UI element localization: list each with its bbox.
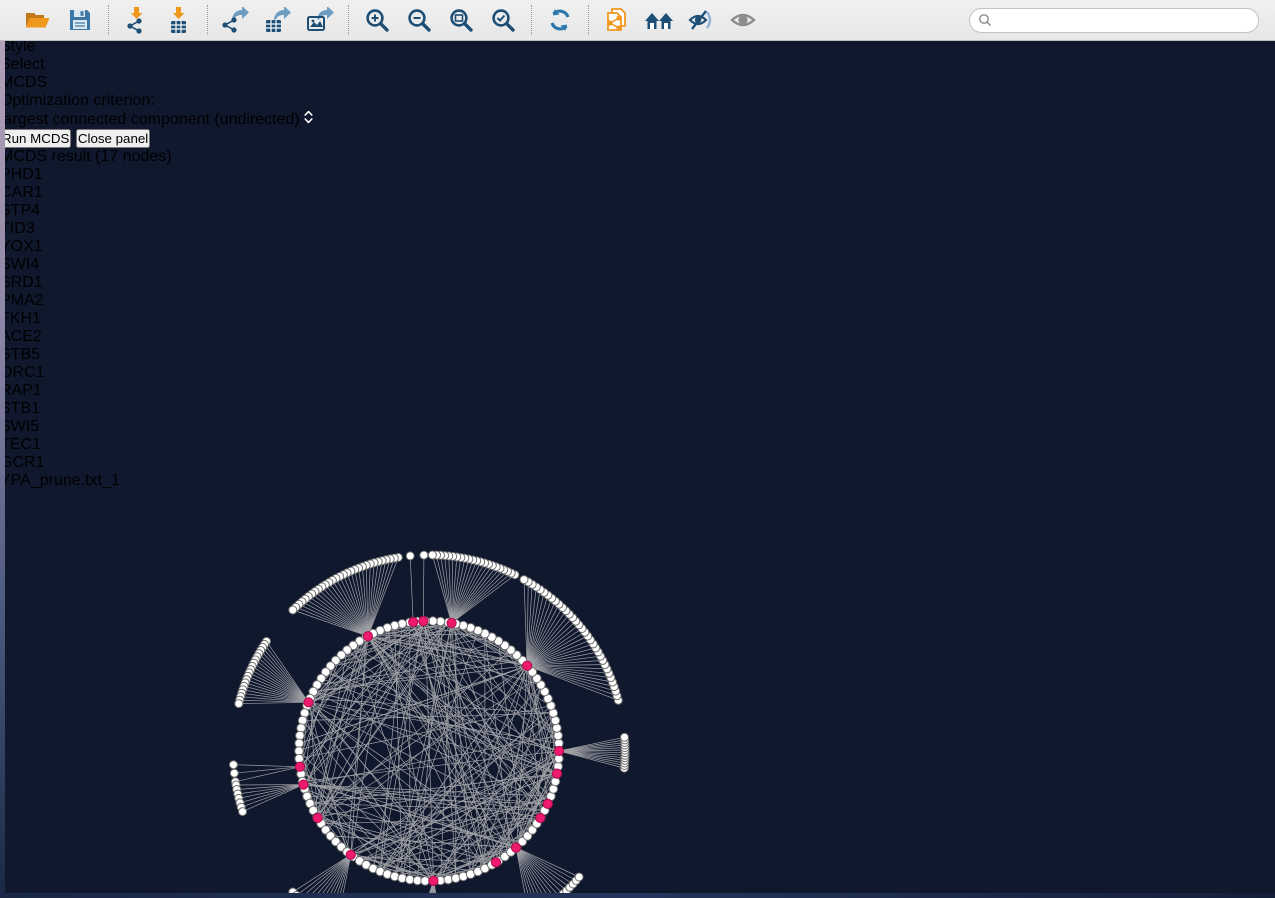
mcds-result-item[interactable]: GCR1 bbox=[0, 454, 1275, 472]
show-all-icon bbox=[729, 9, 757, 31]
import-network-icon bbox=[124, 7, 150, 34]
open-file-button[interactable] bbox=[22, 5, 54, 35]
tab-mcds[interactable]: MCDS bbox=[0, 74, 1275, 92]
save-session-icon bbox=[68, 7, 92, 33]
mcds-result-title: MCDS result (17 nodes) bbox=[0, 148, 172, 165]
export-network-icon bbox=[222, 7, 250, 34]
zoom-in-button[interactable] bbox=[361, 5, 393, 35]
mcds-result-item[interactable]: CAR1 bbox=[0, 184, 1275, 202]
mcds-result-item[interactable]: TEC1 bbox=[0, 436, 1275, 454]
select-stepper-icon bbox=[304, 111, 313, 128]
mcds-result-item[interactable]: ORC1 bbox=[0, 364, 1275, 382]
zoom-selected-icon bbox=[490, 7, 516, 33]
mcds-result-item[interactable]: ACE2 bbox=[0, 328, 1275, 346]
import-table-icon bbox=[166, 7, 192, 34]
tab-select[interactable]: Select bbox=[0, 56, 1275, 74]
mcds-tab-content: Optimization criterion: largest connecte… bbox=[0, 92, 1275, 148]
export-image-icon bbox=[306, 7, 334, 34]
optimization-criterion-label: Optimization criterion: bbox=[0, 92, 1275, 110]
control-panel: Control Panel ✖ NetworkStyleSelectMCDS O… bbox=[0, 0, 1275, 472]
zoom-fit-button[interactable] bbox=[445, 5, 477, 35]
export-network-button[interactable] bbox=[220, 5, 252, 35]
mcds-result-item[interactable]: STB1 bbox=[0, 400, 1275, 418]
mcds-result-item[interactable]: PHD1 bbox=[0, 166, 1275, 184]
zoom-fit-icon bbox=[448, 7, 474, 33]
mcds-result-item[interactable]: SWI4 bbox=[0, 256, 1275, 274]
mcds-result-item[interactable]: STP4 bbox=[0, 202, 1275, 220]
mcds-result-list[interactable]: PHD1CAR1STP4TID3YOX1SWI4SRD1PMA2FKH1ACE2… bbox=[0, 166, 1275, 472]
mcds-result-item[interactable]: FKH1 bbox=[0, 310, 1275, 328]
export-table-button[interactable] bbox=[262, 5, 294, 35]
mcds-result-item[interactable]: SWI5 bbox=[0, 418, 1275, 436]
main-toolbar bbox=[0, 0, 1275, 41]
import-table-button[interactable] bbox=[163, 5, 195, 35]
network-window-titlebar[interactable]: YPA_prune.txt_1 bbox=[0, 472, 1275, 490]
search-input[interactable] bbox=[997, 13, 1250, 27]
zoom-selected-button[interactable] bbox=[487, 5, 519, 35]
desktop-wallpaper-left bbox=[0, 41, 5, 893]
desktop-wallpaper-bottom bbox=[0, 893, 1275, 898]
search-icon bbox=[978, 13, 992, 27]
zoom-out-button[interactable] bbox=[403, 5, 435, 35]
run-mcds-button[interactable]: Run MCDS bbox=[0, 129, 71, 148]
criterion-selected-value: largest connected component (undirected) bbox=[0, 111, 300, 128]
hide-selected-icon bbox=[687, 8, 715, 32]
zoom-in-icon bbox=[364, 7, 390, 33]
import-network-button[interactable] bbox=[121, 5, 153, 35]
show-all-button[interactable] bbox=[727, 5, 759, 35]
first-neighbors-icon bbox=[644, 8, 674, 32]
mcds-result-item[interactable]: PMA2 bbox=[0, 292, 1275, 310]
first-neighbors-button[interactable] bbox=[643, 5, 675, 35]
search-box[interactable] bbox=[969, 8, 1259, 33]
mcds-result-item[interactable]: TID3 bbox=[0, 220, 1275, 238]
zoom-out-icon bbox=[406, 7, 432, 33]
export-table-icon bbox=[264, 7, 292, 34]
hide-selected-button[interactable] bbox=[685, 5, 717, 35]
refresh-network-button[interactable] bbox=[544, 5, 576, 35]
criterion-select[interactable]: largest connected component (undirected) bbox=[0, 110, 1275, 129]
network-window-title: YPA_prune.txt_1 bbox=[0, 472, 120, 489]
open-file-icon bbox=[24, 7, 52, 33]
export-image-button[interactable] bbox=[304, 5, 336, 35]
network-canvas[interactable] bbox=[0, 490, 1275, 898]
mcds-result-item[interactable]: RAP1 bbox=[0, 382, 1275, 400]
network-view-window: YPA_prune.txt_1 bbox=[0, 472, 1275, 898]
mcds-result-item[interactable]: YOX1 bbox=[0, 238, 1275, 256]
refresh-network-icon bbox=[547, 7, 573, 33]
close-panel-button[interactable]: Close panel bbox=[76, 129, 150, 148]
mcds-result-item[interactable]: SRD1 bbox=[0, 274, 1275, 292]
clone-network-button[interactable] bbox=[601, 5, 633, 35]
mcds-result-group: MCDS result (17 nodes) PHD1CAR1STP4TID3Y… bbox=[0, 148, 1275, 472]
application-window: Control Panel ✖ NetworkStyleSelectMCDS O… bbox=[0, 0, 1275, 898]
clone-network-icon bbox=[604, 7, 630, 34]
save-session-button[interactable] bbox=[64, 5, 96, 35]
mcds-result-item[interactable]: STB5 bbox=[0, 346, 1275, 364]
